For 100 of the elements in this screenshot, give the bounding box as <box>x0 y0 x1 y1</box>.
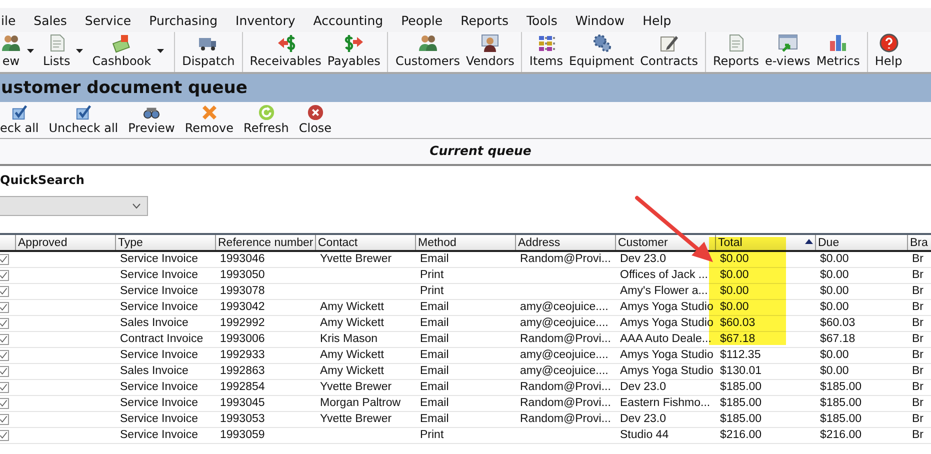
table-cell: Br <box>907 412 931 428</box>
table-cell: amy@ceojuice.... <box>515 300 615 316</box>
dropdown-arrow-icon[interactable] <box>157 49 164 53</box>
table-cell: Random@Provi... <box>515 412 615 428</box>
table-cell: Service Invoice <box>115 268 215 284</box>
table-cell: $0.00 <box>815 300 907 316</box>
toolbar-button[interactable]: Reports <box>710 32 762 72</box>
menu-item[interactable]: People <box>401 12 451 28</box>
table-cell: Amy Wickett <box>315 364 415 380</box>
menu-item[interactable]: Window <box>575 12 633 28</box>
column-header[interactable]: Contact <box>315 235 415 250</box>
table-cell: Yvette Brewer <box>315 252 415 268</box>
toolbar-button[interactable]: ew <box>0 32 40 72</box>
checkbox[interactable] <box>0 398 9 409</box>
queue-heading: Current queue <box>428 143 532 158</box>
table-cell: Br <box>907 364 931 380</box>
column-header[interactable]: Approved <box>15 235 115 250</box>
table-cell: Br <box>907 252 931 268</box>
column-header[interactable]: Method <box>415 235 515 250</box>
table-cell: Email <box>415 332 515 348</box>
action-button[interactable]: Uncheck all <box>46 102 122 138</box>
table-cell: Amy Wickett <box>315 316 415 332</box>
action-button[interactable]: Remove <box>182 102 237 138</box>
checkbox[interactable] <box>0 270 9 281</box>
table-cell: Br <box>907 332 931 348</box>
table-cell: Email <box>415 364 515 380</box>
toolbar-button[interactable]: Customers <box>392 32 463 72</box>
menu-item[interactable]: Service <box>84 12 140 28</box>
table-cell: 1992863 <box>215 364 315 380</box>
column-header[interactable]: Type <box>115 235 215 250</box>
table-cell: Service Invoice <box>115 428 215 444</box>
checkbox[interactable] <box>0 430 9 441</box>
toolbar-button[interactable]: Lists <box>40 32 90 72</box>
toolbar-button[interactable]: Contracts <box>637 32 701 72</box>
toolbar-button[interactable]: Help <box>872 32 906 72</box>
table-cell: Service Invoice <box>115 300 215 316</box>
toolbar-button[interactable]: Payables <box>324 32 384 72</box>
menu-item[interactable]: Reports <box>460 12 517 28</box>
table-cell: Br <box>907 348 931 364</box>
column-header[interactable]: Due <box>815 235 907 250</box>
toolbar-button[interactable]: Items <box>526 32 566 72</box>
table-cell: amy@ceojuice.... <box>515 316 615 332</box>
toolbar-button[interactable]: Vendors <box>462 32 518 72</box>
checkbox[interactable] <box>0 366 9 377</box>
table-cell: amy@ceojuice.... <box>515 348 615 364</box>
table-cell: Service Invoice <box>115 284 215 300</box>
table-cell: $185.00 <box>815 412 907 428</box>
table-cell: Email <box>415 316 515 332</box>
toolbar-button[interactable]: e-views <box>762 32 814 72</box>
checkbox[interactable] <box>0 334 9 345</box>
action-button[interactable]: Close <box>296 102 335 138</box>
table-cell: Kris Mason <box>315 332 415 348</box>
checkbox[interactable] <box>0 414 9 425</box>
checkbox[interactable] <box>0 286 9 297</box>
menu-item[interactable]: Accounting <box>313 12 392 28</box>
table-cell: Email <box>415 348 515 364</box>
menu-item[interactable]: Purchasing <box>149 12 226 28</box>
action-button[interactable]: Refresh <box>240 102 292 138</box>
table-cell: Email <box>415 396 515 412</box>
table-cell: $0.00 <box>815 284 907 300</box>
menu-item[interactable]: Sales <box>34 12 75 28</box>
checkbox[interactable] <box>0 302 9 313</box>
menu-item[interactable]: Inventory <box>236 12 304 28</box>
toolbar-button[interactable]: Equipment <box>566 32 638 72</box>
column-header[interactable]: Address <box>515 235 615 250</box>
table-cell: $185.00 <box>815 380 907 396</box>
table-cell: Print <box>415 428 515 444</box>
checkbox[interactable] <box>0 350 9 361</box>
dropdown-arrow-icon[interactable] <box>27 49 34 53</box>
toolbar-button[interactable]: Dispatch <box>179 32 238 72</box>
table-cell: Br <box>907 316 931 332</box>
table-cell: Studio 44 <box>615 428 715 444</box>
menu-item[interactable]: ile <box>1 12 24 28</box>
toolbar-button[interactable]: Cashbook <box>89 32 170 72</box>
action-button[interactable]: Preview <box>125 102 178 138</box>
checkbox[interactable] <box>0 318 9 329</box>
person-icon <box>480 33 500 53</box>
checkbox[interactable] <box>0 382 9 393</box>
table-cell: $0.00 <box>815 348 907 364</box>
toolbar-button[interactable]: Metrics <box>813 32 863 72</box>
table-cell: Sales Invoice <box>115 316 215 332</box>
table-cell: Eastern Fishmo... <box>615 396 715 412</box>
menu-item[interactable]: Help <box>642 12 680 28</box>
gears-icon <box>592 33 612 53</box>
toolbar-button[interactable]: Receivables <box>246 32 324 72</box>
table-cell: $60.03 <box>815 316 907 332</box>
window-title: ustomer document queue <box>1 78 248 98</box>
dropdown-arrow-icon[interactable] <box>76 49 84 53</box>
table-cell: Service Invoice <box>115 396 215 412</box>
table-cell: Service Invoice <box>115 380 215 396</box>
column-header[interactable]: Bra <box>907 235 931 250</box>
action-button[interactable]: eck all <box>0 102 42 138</box>
table-cell: $185.00 <box>815 396 907 412</box>
column-header[interactable]: Reference number <box>215 235 315 250</box>
checkbox[interactable] <box>0 254 9 265</box>
table-cell: 1993050 <box>215 268 315 284</box>
table-cell: 1992992 <box>215 316 315 332</box>
table-cell: Br <box>907 284 931 300</box>
table-cell: Random@Provi... <box>515 380 615 396</box>
menu-item[interactable]: Tools <box>526 12 566 28</box>
